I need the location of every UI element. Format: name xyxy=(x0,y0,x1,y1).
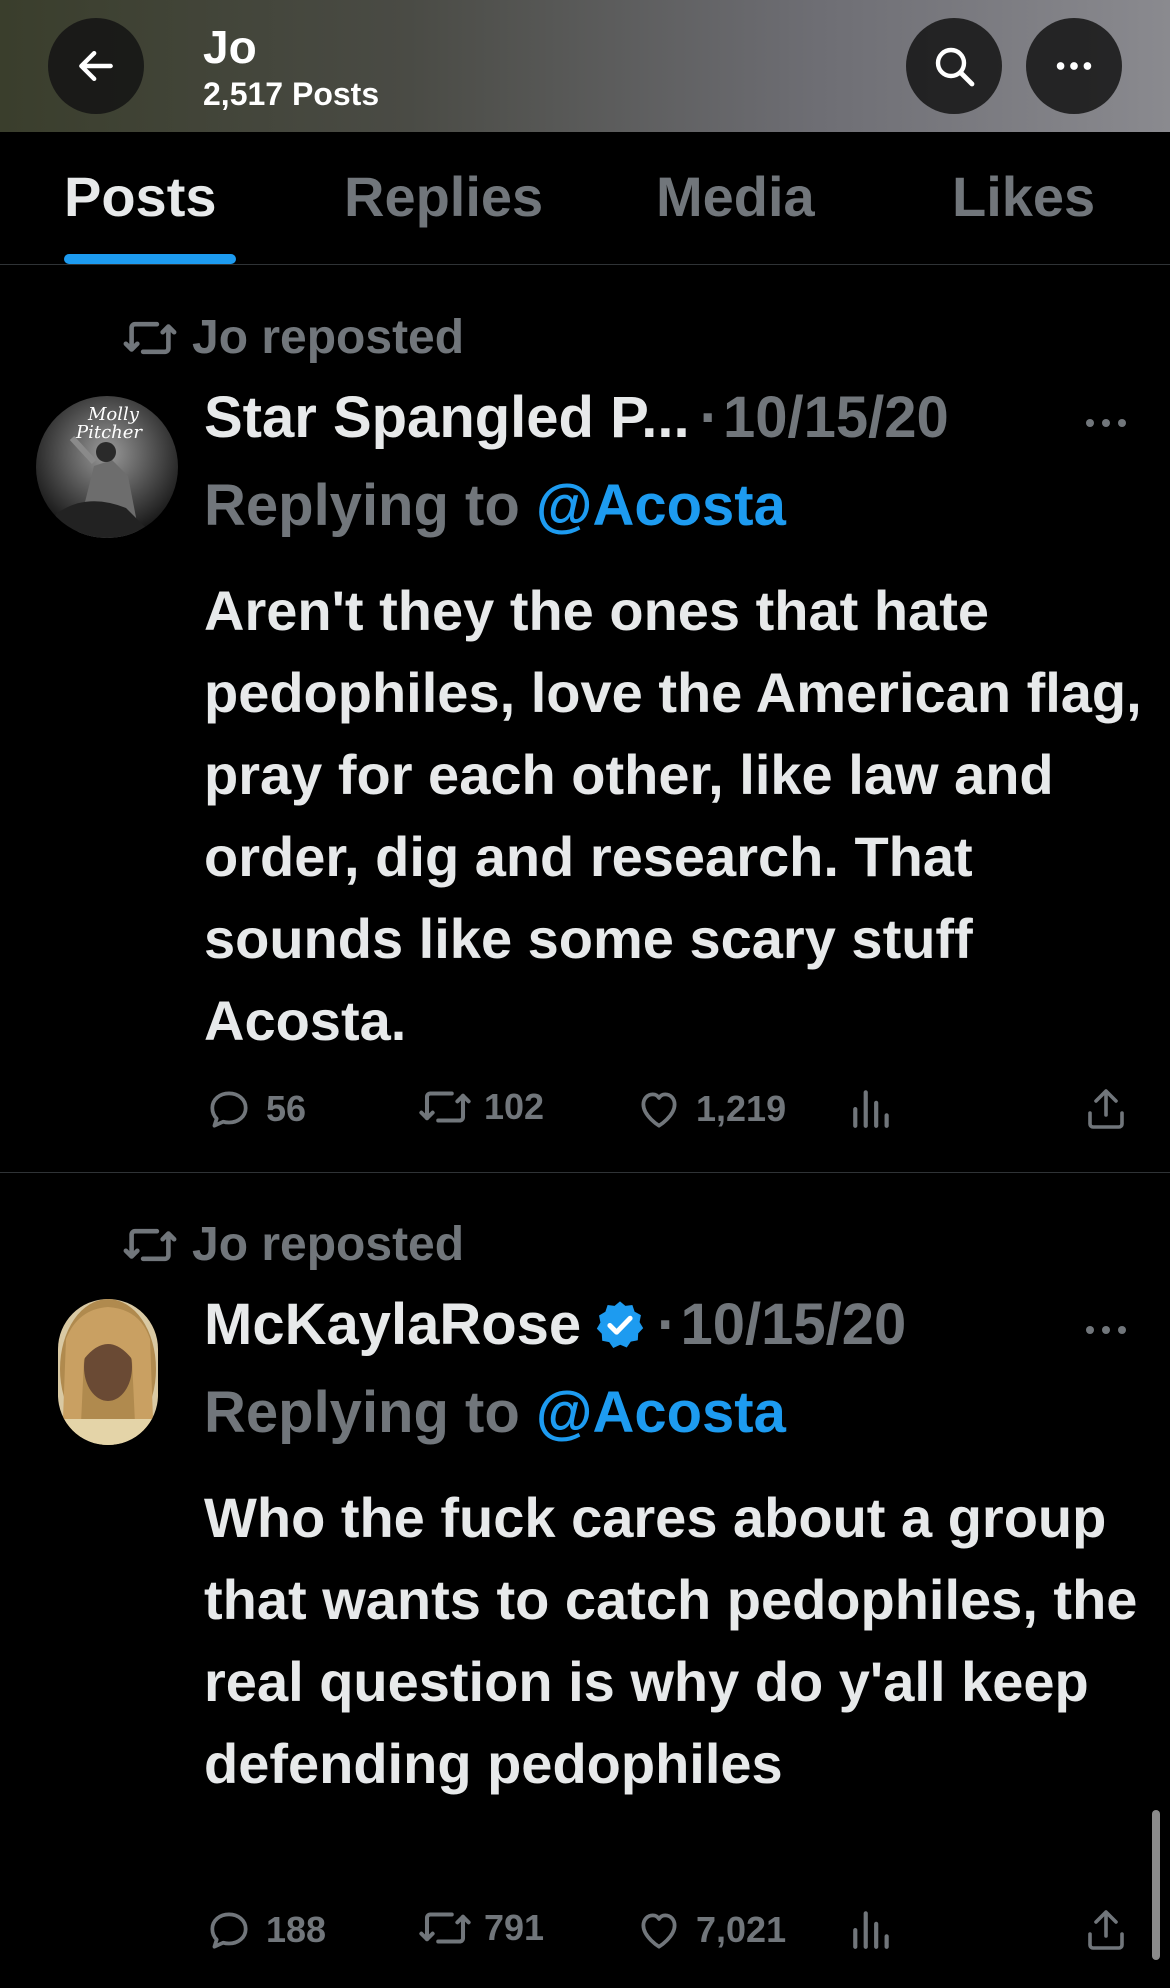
author-name[interactable]: Star Spangled P... xyxy=(204,384,690,451)
tab-posts[interactable]: Posts xyxy=(64,164,217,229)
views-icon xyxy=(853,1911,889,1949)
repost-icon xyxy=(419,1912,471,1944)
repost-label: Jo reposted xyxy=(192,311,465,364)
reply-count: 188 xyxy=(266,1909,327,1950)
post-text: Who the fuck cares about a group that wa… xyxy=(204,1486,1138,1795)
replying-to: Replying to @Acosta xyxy=(204,472,786,539)
repost-count: 102 xyxy=(484,1086,545,1127)
repost-icon xyxy=(123,321,177,354)
repost-count: 791 xyxy=(484,1907,545,1948)
heart-icon xyxy=(641,1913,677,1949)
post-date[interactable]: 10/15/20 xyxy=(681,1291,907,1358)
profile-name: Jo xyxy=(203,21,257,73)
post-item[interactable]: Jo reposted McKaylaRose · 10/15/20 Reply… xyxy=(0,1173,1170,1988)
like-button[interactable]: 7,021 xyxy=(634,1905,786,1955)
arrow-left-icon xyxy=(79,50,113,82)
like-button[interactable]: 1,219 xyxy=(634,1084,786,1134)
reply-button[interactable]: 188 xyxy=(204,1905,326,1955)
search-icon xyxy=(935,47,975,87)
more-horizontal-icon xyxy=(1086,1326,1126,1334)
profile-tabs: Posts Replies Media Likes xyxy=(0,132,1170,265)
tab-likes[interactable]: Likes xyxy=(952,164,1095,229)
post-more-button[interactable] xyxy=(1084,1305,1128,1350)
heart-icon xyxy=(641,1092,677,1128)
post-separator: · xyxy=(657,1292,677,1357)
verified-badge-icon xyxy=(596,1300,644,1348)
replying-prefix: Replying to xyxy=(204,1380,520,1445)
comment-icon xyxy=(210,1091,248,1128)
repost-label: Jo reposted xyxy=(192,1218,465,1271)
comment-icon xyxy=(210,1912,248,1949)
avatar[interactable]: Molly Pitcher xyxy=(36,396,178,538)
post-item[interactable]: Jo reposted Molly Pitcher Star Spangled … xyxy=(0,266,1170,1172)
reply-count: 56 xyxy=(266,1088,307,1129)
share-icon xyxy=(1088,1089,1124,1129)
more-button[interactable] xyxy=(1026,18,1122,114)
more-horizontal-icon xyxy=(1056,62,1092,70)
svg-text:Pitcher: Pitcher xyxy=(75,422,143,443)
repost-icon xyxy=(123,1228,177,1261)
replying-prefix: Replying to xyxy=(204,473,520,538)
views-button[interactable] xyxy=(850,1905,894,1951)
active-tab-indicator xyxy=(64,254,236,264)
reply-button[interactable]: 56 xyxy=(204,1084,306,1134)
search-button[interactable] xyxy=(906,18,1002,114)
share-icon xyxy=(1088,1910,1124,1950)
repost-indicator: Jo reposted xyxy=(122,310,464,365)
reply-handle-link[interactable]: @Acosta xyxy=(536,1380,786,1445)
repost-button[interactable]: 791 xyxy=(418,1905,544,1951)
post-actions: 56 102 1,219 xyxy=(204,1084,1144,1140)
tab-media[interactable]: Media xyxy=(656,164,815,229)
views-button[interactable] xyxy=(850,1084,894,1130)
tab-replies[interactable]: Replies xyxy=(344,164,543,229)
reply-handle-link[interactable]: @Acosta xyxy=(536,473,786,538)
repost-indicator: Jo reposted xyxy=(122,1217,464,1272)
post-more-button[interactable] xyxy=(1084,398,1128,443)
avatar-image xyxy=(58,1299,158,1445)
repost-button[interactable]: 102 xyxy=(418,1084,544,1130)
share-button[interactable] xyxy=(1082,1084,1130,1134)
back-button[interactable] xyxy=(48,18,144,114)
profile-header: Jo 2,517 Posts xyxy=(0,0,1170,132)
repost-icon xyxy=(419,1091,471,1123)
avatar-image: Molly Pitcher xyxy=(36,396,178,538)
post-separator: · xyxy=(699,385,719,450)
author-name[interactable]: McKaylaRose xyxy=(204,1291,581,1358)
avatar[interactable] xyxy=(58,1299,158,1445)
views-icon xyxy=(853,1090,889,1128)
post-actions: 188 791 7,021 xyxy=(204,1905,1144,1961)
replying-to: Replying to @Acosta xyxy=(204,1379,786,1446)
post-text: Aren't they the ones that hate pedophile… xyxy=(204,579,1142,1052)
author-line: McKaylaRose · 10/15/20 xyxy=(204,1291,906,1358)
post-date[interactable]: 10/15/20 xyxy=(723,384,949,451)
scrollbar[interactable] xyxy=(1152,1810,1160,1960)
like-count: 1,219 xyxy=(696,1088,787,1129)
share-button[interactable] xyxy=(1082,1905,1130,1955)
like-count: 7,021 xyxy=(696,1909,787,1950)
author-line: Star Spangled P... · 10/15/20 xyxy=(204,384,949,451)
post-count: 2,517 Posts xyxy=(203,76,380,112)
more-horizontal-icon xyxy=(1086,419,1126,427)
